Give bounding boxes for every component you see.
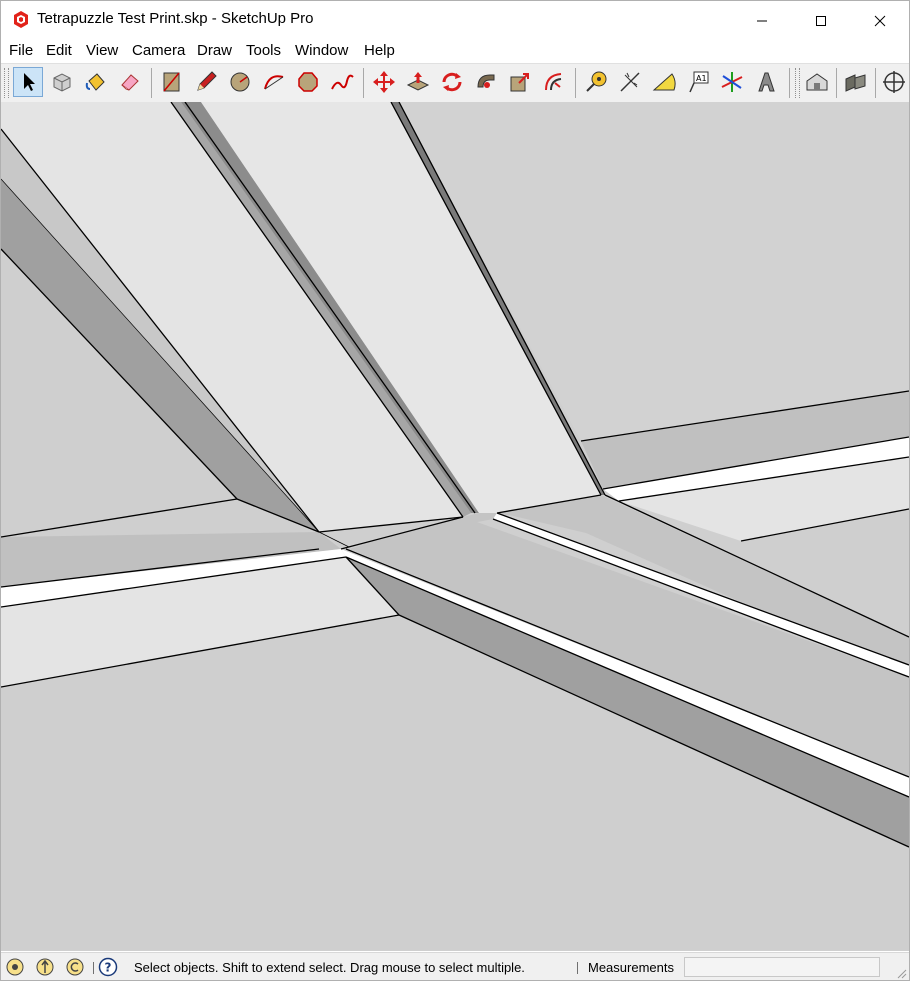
model-view <box>1 102 909 951</box>
rotate-icon <box>442 72 462 92</box>
copyright-icon[interactable] <box>65 957 85 977</box>
status-hint-text: Select objects. Shift to extend select. … <box>134 960 525 975</box>
move-icon <box>373 71 395 93</box>
menu-bar: File Edit View Camera Draw Tools Window … <box>1 40 909 62</box>
geo-location-icon[interactable] <box>5 957 25 977</box>
large-toolset-toolbar: A1 <box>1 63 909 103</box>
credits-icon[interactable] <box>35 957 55 977</box>
svg-text:A1: A1 <box>696 74 707 83</box>
pencil-line-icon <box>197 71 217 91</box>
warehouse-icon <box>806 73 828 91</box>
orbit-button[interactable] <box>879 67 909 97</box>
menu-camera[interactable]: Camera <box>132 42 185 59</box>
menu-edit[interactable]: Edit <box>46 42 72 59</box>
svg-text:?: ? <box>105 961 112 975</box>
scale-icon <box>510 73 529 92</box>
polygon-icon <box>298 72 318 92</box>
rectangle-icon <box>163 72 180 92</box>
minimize-button[interactable] <box>739 1 785 40</box>
paint-bucket-icon <box>85 73 105 91</box>
extension-warehouse-icon <box>845 74 866 92</box>
measurements-label: Measurements <box>588 960 674 975</box>
resize-grip-icon[interactable] <box>897 969 907 979</box>
3d-text-icon <box>758 72 775 92</box>
text-button[interactable]: A1 <box>683 67 713 97</box>
measurements-input[interactable] <box>684 957 880 977</box>
rotate-button[interactable] <box>437 67 467 97</box>
menu-draw[interactable]: Draw <box>197 42 232 59</box>
maximize-icon <box>816 15 826 26</box>
push-pull-button[interactable] <box>403 67 433 97</box>
maximize-button[interactable] <box>798 1 844 40</box>
polygon-button[interactable] <box>293 67 323 97</box>
offset-button[interactable] <box>539 67 569 97</box>
circle-button[interactable] <box>225 67 255 97</box>
protractor-icon <box>652 73 676 91</box>
menu-file[interactable]: File <box>9 42 33 59</box>
3d-warehouse-button[interactable] <box>802 67 832 97</box>
arc-icon <box>264 75 284 90</box>
status-bar: ? Select objects. Shift to extend select… <box>1 952 909 980</box>
scale-button[interactable] <box>505 67 535 97</box>
move-button[interactable] <box>369 67 399 97</box>
offset-icon <box>545 73 562 91</box>
line-button[interactable] <box>191 67 221 97</box>
push-pull-icon <box>406 72 430 91</box>
dimension-button[interactable] <box>615 67 645 97</box>
eraser-icon <box>121 74 139 91</box>
extension-warehouse-button[interactable] <box>841 67 871 97</box>
menu-help[interactable]: Help <box>364 42 395 59</box>
protractor-button[interactable] <box>649 67 679 97</box>
follow-me-button[interactable] <box>471 67 501 97</box>
arc-button[interactable] <box>259 67 289 97</box>
help-icon[interactable]: ? <box>98 957 118 977</box>
toolbar-grip[interactable] <box>795 68 800 98</box>
rectangle-button[interactable] <box>157 67 187 97</box>
minimize-icon <box>757 20 767 21</box>
follow-me-icon <box>477 74 495 88</box>
toolbar-grip[interactable] <box>4 68 9 98</box>
orbit-icon <box>883 71 905 93</box>
menu-view[interactable]: View <box>86 42 118 59</box>
text-icon: A1 <box>689 71 709 93</box>
axes-icon <box>721 72 743 92</box>
select-tool-button[interactable] <box>13 67 43 97</box>
axes-button[interactable] <box>717 67 747 97</box>
menu-tools[interactable]: Tools <box>246 42 281 59</box>
3d-text-button[interactable] <box>751 67 781 97</box>
tape-measure-button[interactable] <box>581 67 611 97</box>
select-arrow-icon <box>24 73 35 91</box>
freehand-button[interactable] <box>327 67 357 97</box>
drawing-area-viewport[interactable] <box>1 102 909 951</box>
sketchup-logo-icon <box>14 11 28 28</box>
freehand-icon <box>331 74 354 90</box>
eraser-button[interactable] <box>115 67 145 97</box>
title-bar[interactable]: Tetrapuzzle Test Print.skp - SketchUp Pr… <box>1 1 909 40</box>
make-component-icon <box>53 73 71 92</box>
menu-window[interactable]: Window <box>295 42 348 59</box>
close-button[interactable] <box>857 1 903 40</box>
close-icon <box>874 15 886 26</box>
dimension-icon <box>620 72 640 92</box>
circle-icon <box>230 72 250 92</box>
paint-bucket-button[interactable] <box>81 67 111 97</box>
tape-measure-icon <box>586 71 607 92</box>
window-title: Tetrapuzzle Test Print.skp - SketchUp Pr… <box>37 10 314 27</box>
make-component-button[interactable] <box>47 67 77 97</box>
sketchup-window: Tetrapuzzle Test Print.skp - SketchUp Pr… <box>0 0 910 981</box>
